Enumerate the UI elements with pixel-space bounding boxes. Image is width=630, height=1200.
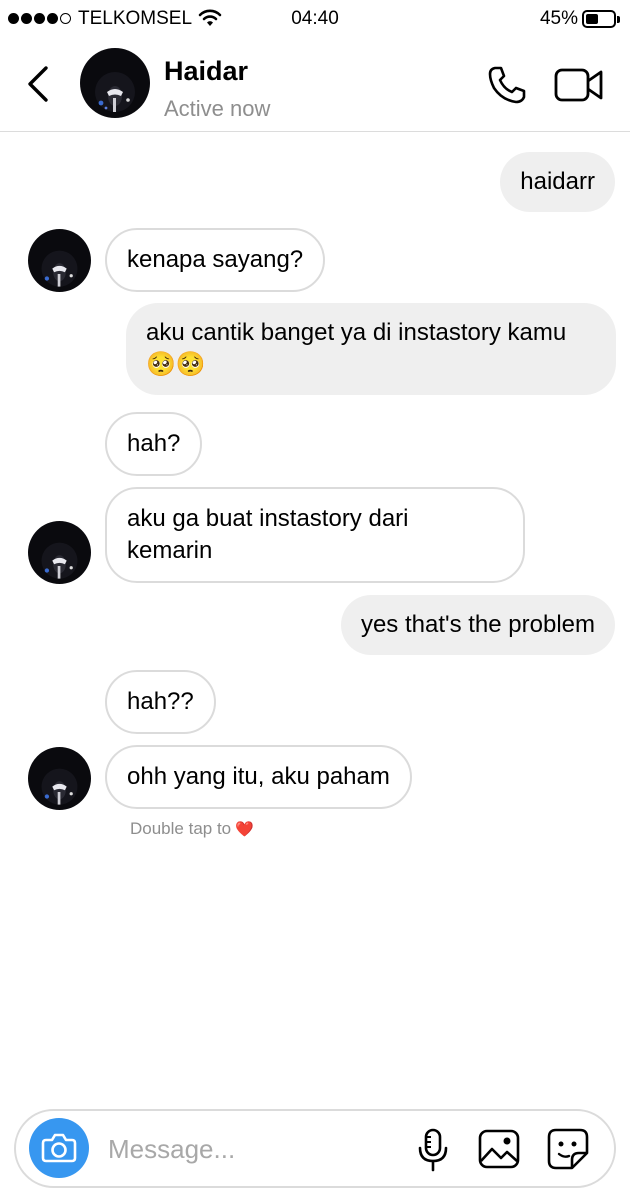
message-bubble-outgoing[interactable]: haidarr bbox=[500, 152, 615, 212]
avatar[interactable] bbox=[80, 48, 150, 118]
message-bubble-incoming[interactable]: hah? bbox=[105, 412, 203, 476]
clock: 04:40 bbox=[291, 8, 339, 29]
message-bubble-incoming[interactable]: hah?? bbox=[105, 670, 216, 734]
chat-header: Haidar Active now bbox=[0, 38, 630, 132]
double-tap-hint: Double tap to ❤️ bbox=[130, 819, 254, 839]
heart-icon: ❤️ bbox=[235, 821, 254, 838]
back-icon[interactable] bbox=[22, 62, 56, 106]
microphone-icon[interactable] bbox=[416, 1127, 450, 1173]
message-bubble-incoming[interactable]: aku ga buat instastory dari kemarin bbox=[105, 487, 525, 583]
message-bubble-outgoing[interactable]: yes that's the problem bbox=[340, 595, 615, 655]
double-tap-hint-text: Double tap to bbox=[130, 819, 232, 838]
message-input[interactable] bbox=[108, 1131, 388, 1167]
contact-status: Active now bbox=[164, 96, 271, 121]
message-bubble-incoming[interactable]: ohh yang itu, aku paham bbox=[105, 745, 412, 809]
contact-name[interactable]: Haidar bbox=[164, 56, 248, 87]
message-bubble-outgoing[interactable]: aku cantik banget ya di instastory kamu🥺… bbox=[126, 303, 616, 395]
sticker-icon[interactable] bbox=[546, 1127, 590, 1171]
video-camera-icon[interactable] bbox=[553, 66, 605, 104]
avatar[interactable] bbox=[28, 229, 91, 292]
battery-percent: 45% bbox=[539, 8, 578, 29]
phone-icon[interactable] bbox=[486, 64, 528, 106]
status-bar: TELKOMSEL 04:40 45% bbox=[0, 0, 630, 38]
message-composer bbox=[14, 1109, 616, 1188]
message-bubble-incoming[interactable]: kenapa sayang? bbox=[105, 228, 326, 292]
avatar[interactable] bbox=[28, 747, 91, 810]
camera-icon bbox=[41, 1133, 77, 1163]
gallery-icon[interactable] bbox=[477, 1127, 521, 1171]
camera-button[interactable] bbox=[29, 1118, 89, 1178]
avatar[interactable] bbox=[28, 521, 91, 584]
battery-icon bbox=[582, 10, 620, 28]
